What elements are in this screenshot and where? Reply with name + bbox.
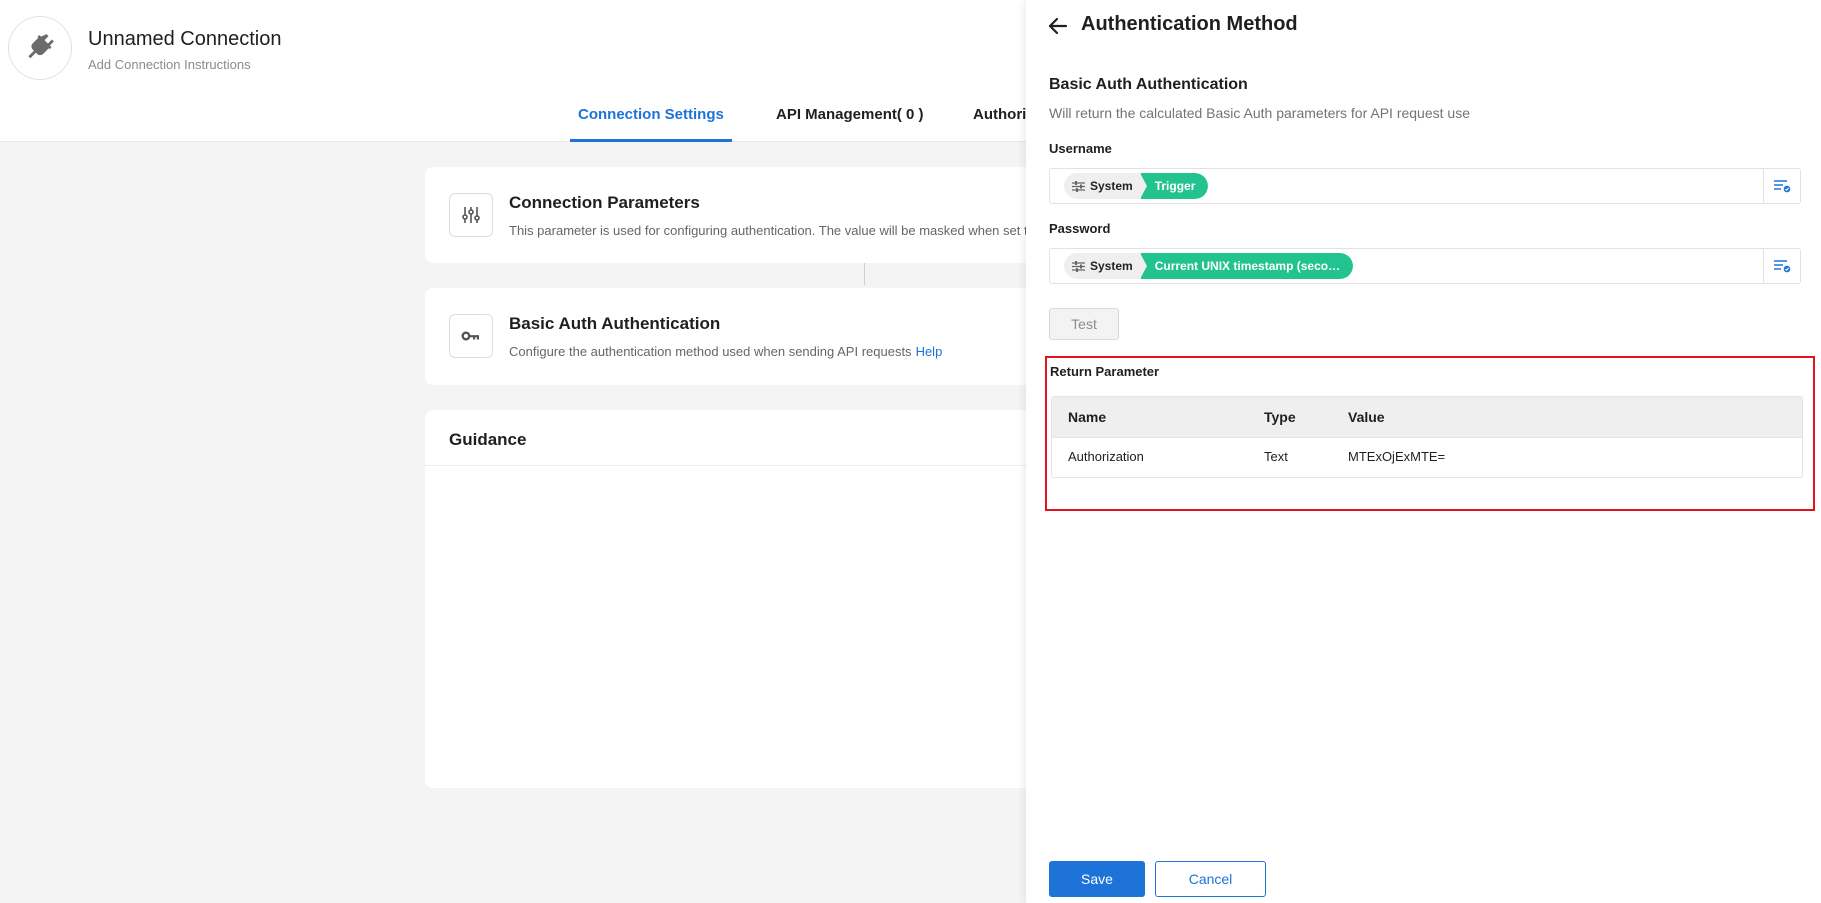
- column-header-value: Value: [1348, 409, 1385, 425]
- tab-api-management[interactable]: API Management( 0 ): [768, 100, 932, 142]
- column-header-name: Name: [1068, 409, 1107, 425]
- cell-name: Authorization: [1068, 449, 1144, 464]
- cell-type: Text: [1264, 449, 1288, 464]
- username-label: Username: [1049, 141, 1112, 156]
- section-title: Basic Auth Authentication: [1049, 76, 1248, 93]
- sliders-icon: [1072, 260, 1085, 272]
- sliders-icon: [449, 193, 493, 237]
- cell-value: MTExOjExMTE=: [1348, 449, 1446, 464]
- guidance-title: Guidance: [449, 430, 527, 449]
- table-row: Authorization Text MTExOjExMTE=: [1052, 438, 1802, 477]
- drawer-title: Authentication Method: [1081, 13, 1298, 35]
- plug-icon: [8, 16, 72, 80]
- return-parameter-title: Return Parameter: [1050, 364, 1160, 379]
- tab-authorization[interactable]: Authori: [965, 100, 1034, 142]
- chip-source: System: [1064, 253, 1141, 279]
- section-description: Will return the calculated Basic Auth pa…: [1049, 105, 1470, 121]
- back-arrow-icon[interactable]: [1046, 14, 1070, 38]
- password-field[interactable]: System Current UNIX timestamp (seco…: [1049, 248, 1801, 284]
- password-label: Password: [1049, 221, 1111, 236]
- divider: [425, 465, 1065, 466]
- guidance-card: Guidance: [425, 410, 1065, 788]
- chip-source-label: System: [1090, 259, 1133, 273]
- test-button[interactable]: Test: [1049, 308, 1119, 340]
- variable-picker-icon[interactable]: [1763, 169, 1800, 203]
- card-description: This parameter is used for configuring a…: [509, 223, 1028, 238]
- cancel-button[interactable]: Cancel: [1155, 861, 1266, 897]
- authentication-method-drawer: Authentication Method Basic Auth Authent…: [1026, 0, 1821, 903]
- connection-parameters-card[interactable]: Connection Parameters This parameter is …: [425, 167, 1065, 263]
- connection-title[interactable]: Unnamed Connection: [88, 28, 281, 51]
- column-header-type: Type: [1264, 409, 1296, 425]
- flow-connector: [864, 263, 865, 285]
- connection-instructions[interactable]: Add Connection Instructions: [88, 57, 251, 72]
- key-icon: [449, 314, 493, 358]
- sliders-icon: [1072, 180, 1085, 192]
- card-title: Basic Auth Authentication: [509, 314, 721, 333]
- card-description-text: Configure the authentication method used…: [509, 344, 912, 359]
- return-parameter-table: Name Type Value Authorization Text MTExO…: [1051, 396, 1803, 478]
- help-link[interactable]: Help: [916, 344, 943, 359]
- chip-source-label: System: [1090, 179, 1133, 193]
- password-chip[interactable]: System Current UNIX timestamp (seco…: [1064, 253, 1354, 279]
- card-title: Connection Parameters: [509, 193, 700, 212]
- return-parameter-section: Return Parameter Name Type Value Authori…: [1045, 356, 1815, 511]
- chip-value: Trigger: [1139, 173, 1209, 199]
- chip-value: Current UNIX timestamp (seco…: [1139, 253, 1354, 279]
- username-chip[interactable]: System Trigger: [1064, 173, 1209, 199]
- save-button[interactable]: Save: [1049, 861, 1145, 897]
- table-header: Name Type Value: [1052, 397, 1802, 438]
- tab-connection-settings[interactable]: Connection Settings: [570, 100, 732, 142]
- card-description: Configure the authentication method used…: [509, 344, 942, 359]
- basic-auth-card[interactable]: Basic Auth Authentication Configure the …: [425, 288, 1065, 385]
- username-field[interactable]: System Trigger: [1049, 168, 1801, 204]
- chip-source: System: [1064, 173, 1141, 199]
- variable-picker-icon[interactable]: [1763, 249, 1800, 283]
